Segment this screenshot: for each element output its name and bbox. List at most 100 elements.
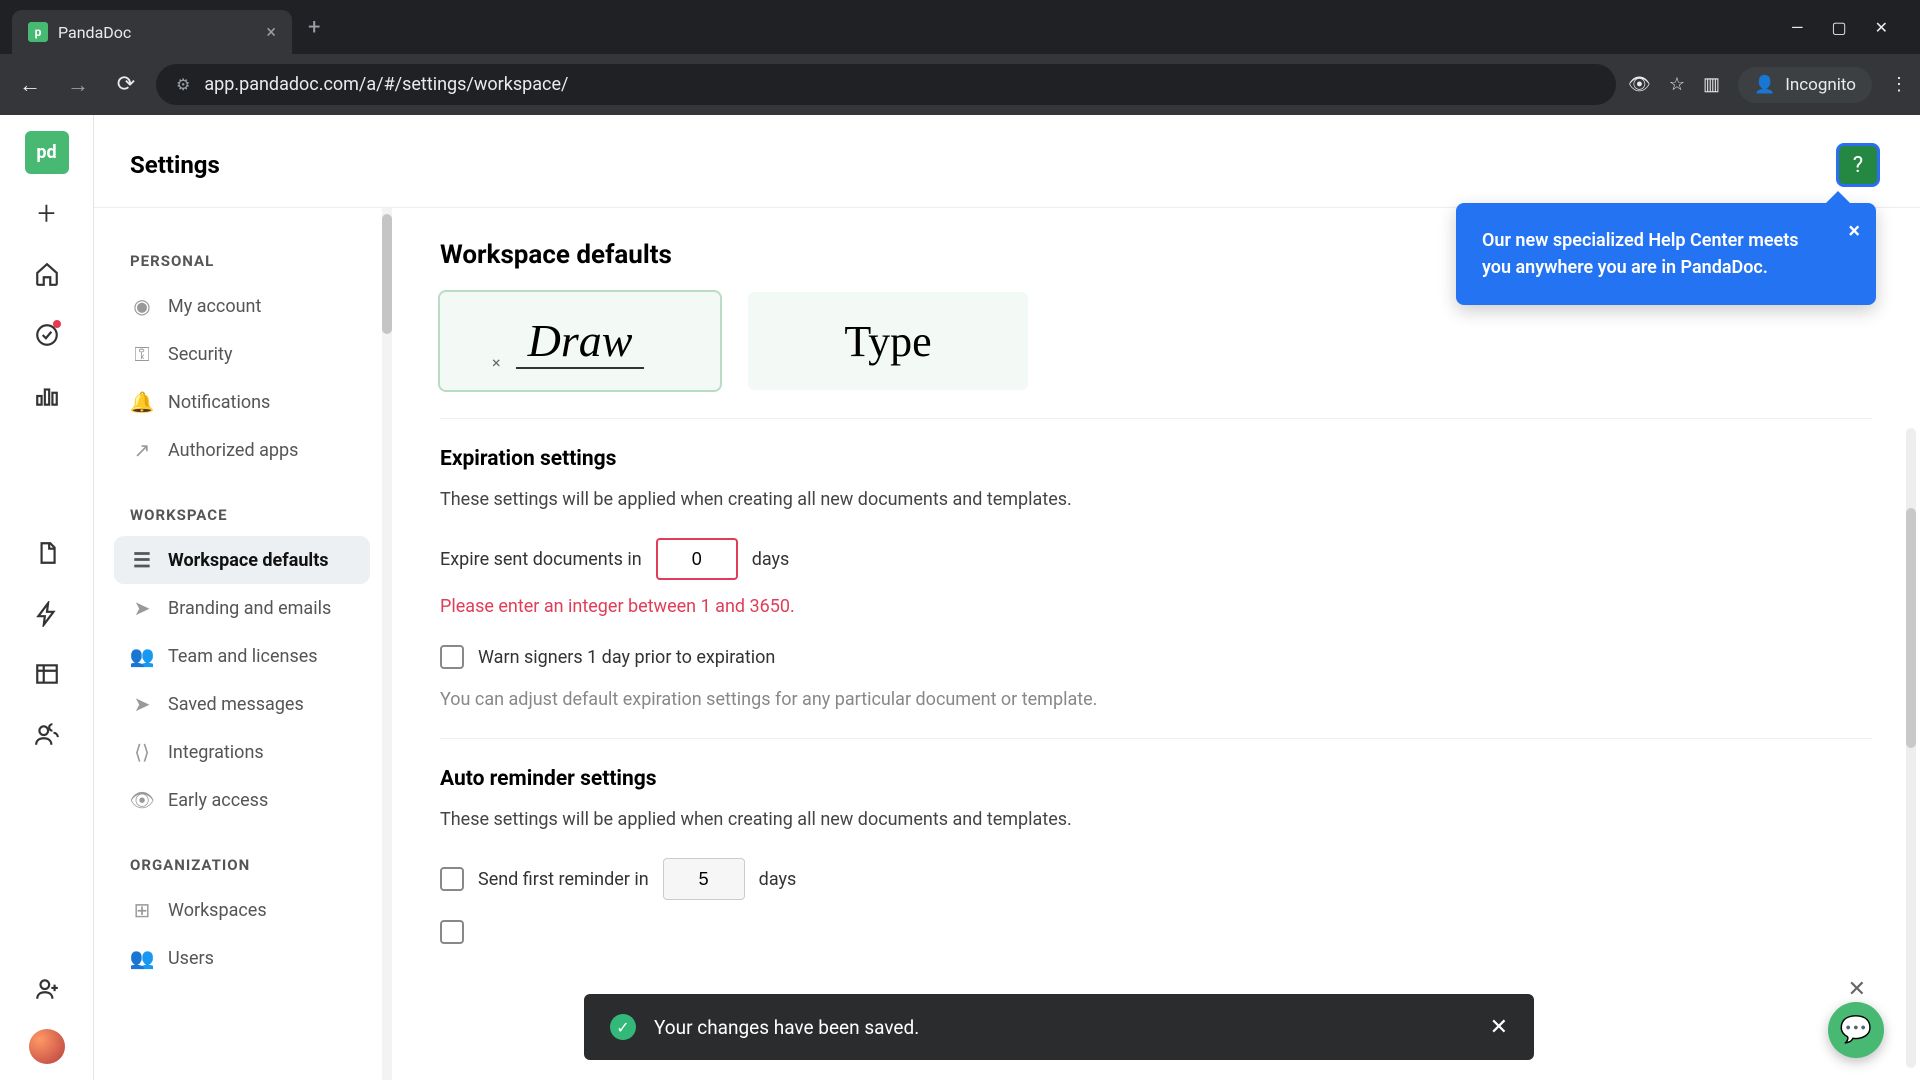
warn-label: Warn signers 1 day prior to expiration — [478, 647, 775, 668]
url-text: app.pandadoc.com/a/#/settings/workspace/ — [204, 74, 568, 95]
sliders-icon: ☰ — [130, 548, 154, 572]
help-button[interactable]: ? — [1836, 143, 1880, 187]
settings-content[interactable]: Workspace defaults × Draw Type Expiratio… — [392, 208, 1920, 1080]
eye-icon: 👁 — [130, 788, 154, 812]
nav-workspaces[interactable]: ⊞ Workspaces — [114, 886, 370, 934]
first-reminder-label-after: days — [759, 869, 797, 890]
warn-checkbox[interactable] — [440, 645, 464, 669]
signature-type-label: Type — [844, 316, 931, 367]
bell-icon: 🔔 — [130, 390, 154, 414]
expire-error: Please enter an integer between 1 and 36… — [440, 596, 1872, 617]
signature-remove-icon[interactable]: × — [492, 353, 501, 372]
nav-label: Branding and emails — [168, 598, 331, 619]
reload-button[interactable]: ⟳ — [108, 72, 144, 97]
tab-close-icon[interactable]: × — [266, 22, 276, 43]
user-circle-icon: ◉ — [130, 294, 154, 318]
reminder-desc: These settings will be applied when crea… — [440, 809, 1872, 830]
signature-draw-label: Draw — [516, 314, 645, 369]
divider — [440, 418, 1872, 419]
library-icon[interactable] — [25, 653, 69, 696]
contacts-icon[interactable] — [25, 714, 69, 757]
nav-authorized-apps[interactable]: ↗ Authorized apps — [114, 426, 370, 474]
left-rail: pd + — [0, 115, 94, 1080]
nav-team[interactable]: 👥 Team and licenses — [114, 632, 370, 680]
nav-section-organization: ORGANIZATION — [130, 856, 354, 874]
settings-header: Settings ? — [94, 115, 1920, 207]
back-button[interactable]: ← — [12, 72, 48, 98]
close-window-icon[interactable]: ✕ — [1875, 18, 1888, 37]
first-reminder-checkbox[interactable] — [440, 867, 464, 891]
settings-area: Settings ? PERSONAL ◉ My account ⚿ Secur… — [94, 115, 1920, 1080]
nav-integrations[interactable]: ⟨⟩ Integrations — [114, 728, 370, 776]
signature-draw-card[interactable]: × Draw — [440, 292, 720, 390]
toast-close-icon[interactable]: ✕ — [1490, 1015, 1508, 1040]
nav-scrollbar[interactable] — [382, 208, 392, 1080]
documents-icon[interactable] — [25, 531, 69, 574]
first-reminder-input[interactable] — [663, 858, 745, 900]
panel-icon[interactable]: ▥ — [1703, 74, 1720, 95]
expiration-hint: You can adjust default expiration settin… — [440, 689, 1872, 710]
nav-saved-messages[interactable]: ➤ Saved messages — [114, 680, 370, 728]
new-tab-button[interactable]: + — [308, 15, 320, 40]
key-icon: ⚿ — [130, 342, 154, 366]
forward-button[interactable]: → — [60, 72, 96, 98]
popover-close-icon[interactable]: × — [1848, 215, 1860, 248]
pandadoc-logo[interactable]: pd — [25, 131, 69, 174]
external-link-icon: ↗ — [130, 438, 154, 462]
reports-icon[interactable] — [25, 374, 69, 417]
team-icon: 👥 — [130, 644, 154, 668]
nav-label: Early access — [168, 790, 268, 811]
maximize-icon[interactable]: ▢ — [1831, 18, 1846, 37]
repeat-reminder-row — [440, 920, 1872, 944]
bookmark-icon[interactable]: ☆ — [1669, 74, 1685, 95]
browser-tab[interactable]: p PandaDoc × — [12, 10, 292, 54]
nav-notifications[interactable]: 🔔 Notifications — [114, 378, 370, 426]
nav-label: Security — [168, 344, 232, 365]
chat-icon: 💬 — [1840, 1015, 1872, 1045]
add-user-icon[interactable] — [25, 968, 69, 1011]
nav-label: Integrations — [168, 742, 264, 763]
nav-security[interactable]: ⚿ Security — [114, 330, 370, 378]
nav-label: Team and licenses — [168, 646, 318, 667]
address-row: ← → ⟳ ⚙ app.pandadoc.com/a/#/settings/wo… — [0, 54, 1920, 115]
app-root: pd + Settings — [0, 115, 1920, 1080]
create-button[interactable]: + — [25, 192, 69, 235]
minimize-icon[interactable]: ― — [1791, 18, 1804, 37]
site-settings-icon[interactable]: ⚙ — [176, 75, 190, 94]
templates-icon[interactable] — [25, 592, 69, 635]
dismiss-icon[interactable]: ✕ — [1848, 977, 1866, 1002]
nav-early-access[interactable]: 👁 Early access — [114, 776, 370, 824]
help-popover: × Our new specialized Help Center meets … — [1456, 203, 1876, 305]
nav-label: My account — [168, 296, 261, 317]
signature-type-card[interactable]: Type — [748, 292, 1028, 390]
nav-branding[interactable]: ➤ Branding and emails — [114, 584, 370, 632]
browser-menu-icon[interactable]: ⋮ — [1890, 74, 1908, 95]
users-icon: 👥 — [130, 946, 154, 970]
expiration-desc: These settings will be applied when crea… — [440, 489, 1872, 510]
settings-nav[interactable]: PERSONAL ◉ My account ⚿ Security 🔔 Notif… — [94, 208, 384, 1080]
grid-icon: ⊞ — [130, 898, 154, 922]
activity-icon[interactable] — [25, 314, 69, 357]
reminder-title: Auto reminder settings — [440, 767, 1872, 791]
toast-text: Your changes have been saved. — [654, 1016, 919, 1039]
nav-section-workspace: WORKSPACE — [130, 506, 354, 524]
expire-days-input[interactable] — [656, 538, 738, 580]
chat-widget-button[interactable]: 💬 — [1828, 1002, 1884, 1058]
incognito-badge[interactable]: 👤 Incognito — [1738, 67, 1872, 103]
content-scrollbar[interactable] — [1906, 428, 1916, 1068]
home-icon[interactable] — [25, 253, 69, 296]
nav-my-account[interactable]: ◉ My account — [114, 282, 370, 330]
visibility-off-icon[interactable]: 👁 — [1628, 74, 1651, 95]
warn-checkbox-row: Warn signers 1 day prior to expiration — [440, 645, 1872, 669]
pandadoc-favicon: p — [28, 22, 48, 42]
incognito-icon: 👤 — [1754, 75, 1775, 95]
success-check-icon: ✓ — [610, 1014, 636, 1040]
user-avatar[interactable] — [29, 1029, 65, 1064]
nav-users[interactable]: 👥 Users — [114, 934, 370, 982]
address-bar[interactable]: ⚙ app.pandadoc.com/a/#/settings/workspac… — [156, 64, 1616, 105]
nav-workspace-defaults[interactable]: ☰ Workspace defaults — [114, 536, 370, 584]
repeat-reminder-checkbox[interactable] — [440, 920, 464, 944]
nav-label: Notifications — [168, 392, 270, 413]
expiration-title: Expiration settings — [440, 447, 1872, 471]
expire-field: Expire sent documents in days — [440, 538, 1872, 580]
